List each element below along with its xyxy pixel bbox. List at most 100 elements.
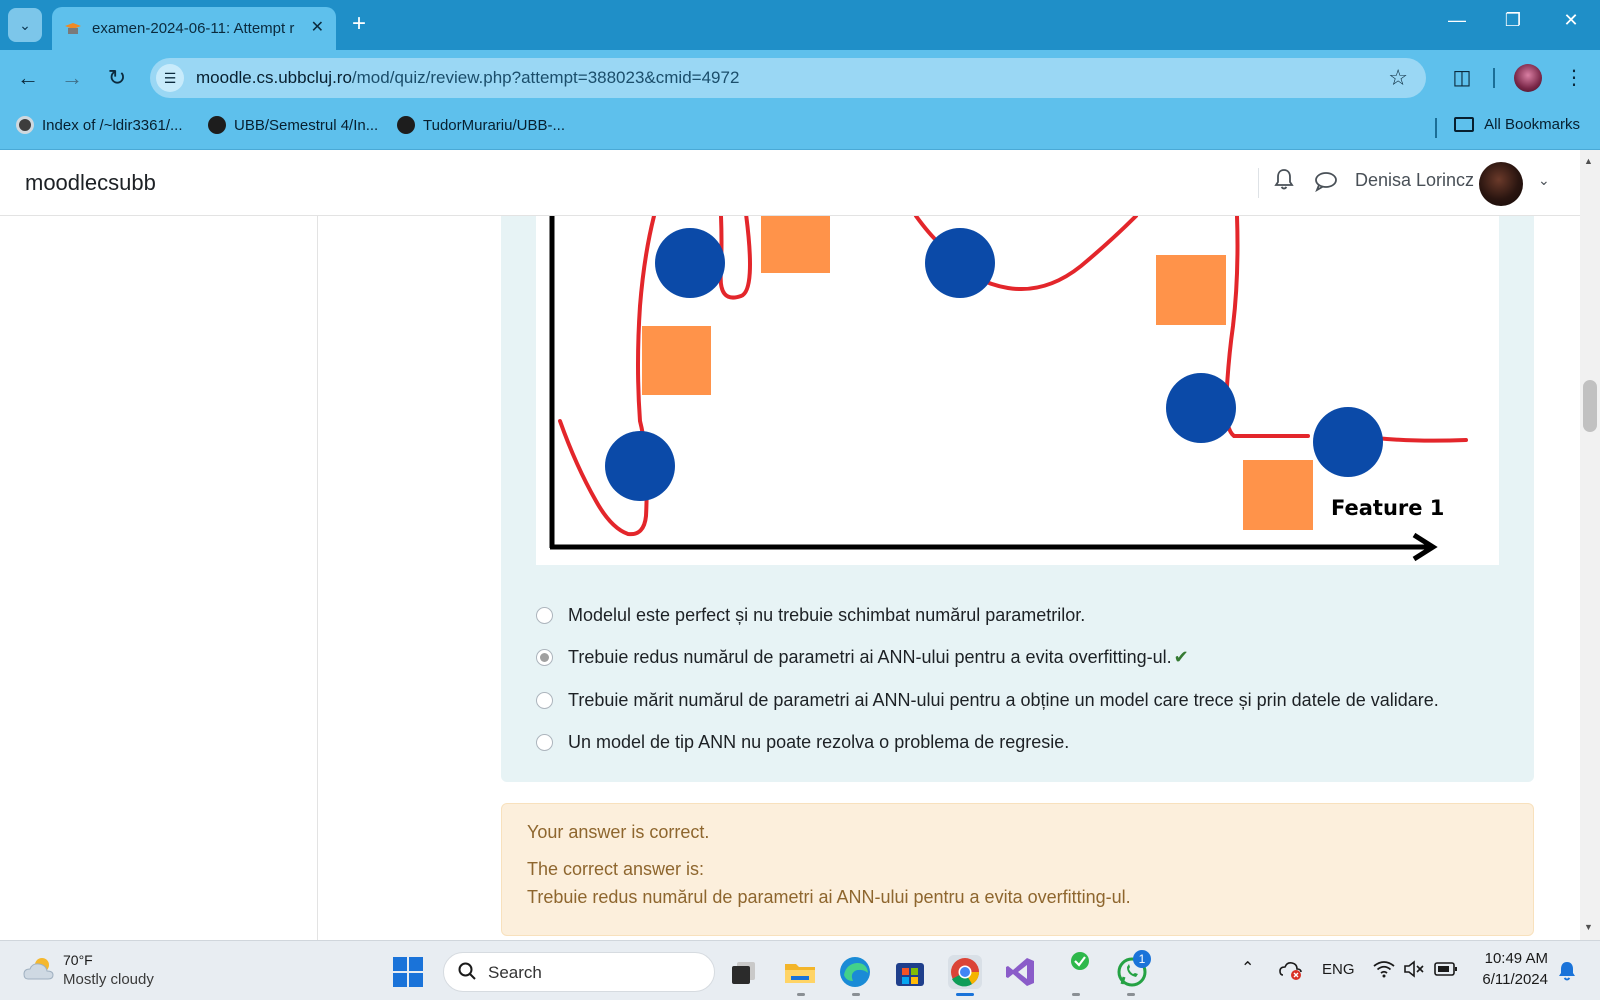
fitted-curve [1374,436,1468,443]
answer-radio[interactable] [536,607,553,624]
chevron-down-icon[interactable]: ⌄ [1538,172,1550,189]
weather-description[interactable]: Mostly cloudy [63,971,154,988]
windows-start-icon[interactable] [393,957,423,987]
windows-taskbar: 70°F Mostly cloudy Search 1 ⌃ ENG 10:49 … [0,940,1600,1000]
reload-button[interactable]: ↻ [103,64,131,92]
microsoft-store-icon[interactable] [893,955,927,989]
notifications-bell-icon[interactable] [1274,168,1294,197]
toolbar-divider [1493,68,1495,88]
notification-center-icon[interactable] [1558,961,1576,986]
status-check-icon[interactable] [1070,951,1090,971]
speaker-muted-icon[interactable] [1403,960,1425,983]
answer-option[interactable]: Modelul este perfect și nu trebuie schim… [536,605,1085,626]
restore-button[interactable]: ❐ [1490,10,1536,31]
bookmark-star-icon[interactable]: ☆ [1388,65,1408,91]
answer-radio-selected[interactable] [536,649,553,666]
extensions-icon[interactable]: ◫ [1448,64,1476,92]
user-avatar[interactable] [1479,162,1523,206]
regression-plot: Feature 1 [549,210,1468,562]
visual-studio-icon[interactable] [1003,955,1037,989]
header-divider [1258,168,1259,198]
weather-temperature[interactable]: 70°F [63,952,93,968]
fitted-curve [1223,214,1310,438]
onedrive-error-icon[interactable] [1279,959,1303,986]
battery-icon[interactable] [1434,961,1458,982]
forward-button[interactable]: → [58,64,86,92]
wifi-icon[interactable] [1373,960,1395,983]
browser-tab-active[interactable]: examen-2024-06-11: Attempt r ✕ [52,7,336,50]
question-feedback: Your answer is correct. The correct answ… [501,803,1534,936]
tab-title: examen-2024-06-11: Attempt r [92,20,295,37]
bookmarks-divider [1435,118,1437,138]
profile-avatar[interactable] [1514,64,1542,92]
running-indicator [797,993,805,996]
answer-option[interactable]: Trebuie mărit numărul de parametri ai AN… [536,690,1439,711]
scrollbar-thumb[interactable] [1583,380,1597,432]
bookmark-item[interactable]: Index of /~ldir3361/... [16,116,183,134]
feedback-correct-answer: Trebuie redus numărul de parametri ai AN… [527,887,1131,907]
weather-cloud-icon[interactable] [22,955,56,983]
clock-date[interactable]: 6/11/2024 [1474,971,1548,988]
globe-icon [16,116,34,134]
bookmark-item[interactable]: TudorMurariu/UBB-... [397,116,565,134]
running-indicator [1072,993,1080,996]
page-scrollbar[interactable]: ▲ ▼ [1580,150,1600,940]
running-indicator [1127,993,1135,996]
x-axis-label: Feature 1 [1331,496,1444,520]
task-view-icon[interactable] [727,955,761,989]
search-placeholder: Search [488,963,542,982]
edge-browser-icon[interactable] [838,955,872,989]
url-host: moodle.cs.ubbcluj.ro [196,68,352,87]
all-bookmarks-button[interactable]: All Bookmarks [1454,116,1580,133]
address-bar[interactable]: ☰ moodle.cs.ubbcluj.ro/mod/quiz/review.p… [150,58,1426,98]
site-header: moodlecsubb Denisa Lorincz ⌄ [0,150,1580,216]
answer-text: Un model de tip ANN nu poate rezolva o p… [568,732,1070,752]
taskbar-search[interactable]: Search [443,952,715,992]
browser-toolbar: ← → ↻ ☰ moodle.cs.ubbcluj.ro/mod/quiz/re… [0,50,1600,106]
feedback-result: Your answer is correct. [527,822,710,842]
running-indicator [852,993,860,996]
bookmark-item[interactable]: UBB/Semestrul 4/In... [208,116,378,134]
scroll-down-arrow-icon[interactable]: ▼ [1584,922,1593,932]
answer-radio[interactable] [536,692,553,709]
close-tab-icon[interactable]: ✕ [311,17,324,37]
site-info-icon[interactable]: ☰ [156,64,184,92]
all-bookmarks-label: All Bookmarks [1484,116,1580,133]
file-explorer-icon[interactable] [783,955,817,989]
browser-tabstrip: ⌄ examen-2024-06-11: Attempt r ✕ + — ❐ ✕ [0,0,1600,50]
minimize-button[interactable]: — [1434,10,1480,31]
data-circle [925,228,995,298]
input-language[interactable]: ENG [1322,961,1355,978]
data-circle [1313,407,1383,477]
fitted-curve [718,212,752,300]
data-circle [655,228,725,298]
bookmark-label: UBB/Semestrul 4/In... [234,116,379,134]
chevron-down-icon: ⌄ [19,16,31,33]
back-button[interactable]: ← [14,64,42,92]
answer-option[interactable]: Trebuie redus numărul de parametri ai AN… [536,647,1189,668]
answer-radio[interactable] [536,734,553,751]
chrome-icon[interactable] [948,955,982,989]
notification-badge: 1 [1133,950,1151,968]
data-circle [605,431,675,501]
clock-time[interactable]: 10:49 AM [1478,950,1548,967]
answer-option[interactable]: Un model de tip ANN nu poate rezolva o p… [536,732,1069,753]
chevron-up-icon[interactable]: ⌃ [1241,958,1254,978]
url-text[interactable]: moodle.cs.ubbcluj.ro/mod/quiz/review.php… [196,68,739,88]
messages-chat-icon[interactable] [1314,170,1338,197]
answer-text: Trebuie mărit numărul de parametri ai AN… [568,690,1439,710]
close-window-button[interactable]: ✕ [1548,10,1594,31]
user-name[interactable]: Denisa Lorincz [1355,170,1474,191]
browser-menu-icon[interactable]: ⋮ [1560,64,1588,92]
new-tab-button[interactable]: + [352,12,366,36]
folder-icon [1454,117,1475,132]
scroll-up-arrow-icon[interactable]: ▲ [1584,156,1593,166]
tab-search-button[interactable]: ⌄ [8,8,42,42]
left-drawer-area [0,216,318,940]
answer-text: Modelul este perfect și nu trebuie schim… [568,605,1086,625]
feedback-correct-label: The correct answer is: [527,859,705,879]
github-icon [397,116,415,134]
active-app-indicator [956,993,974,996]
site-brand[interactable]: moodlecsubb [25,170,156,196]
answer-text: Trebuie redus numărul de parametri ai AN… [568,647,1172,667]
